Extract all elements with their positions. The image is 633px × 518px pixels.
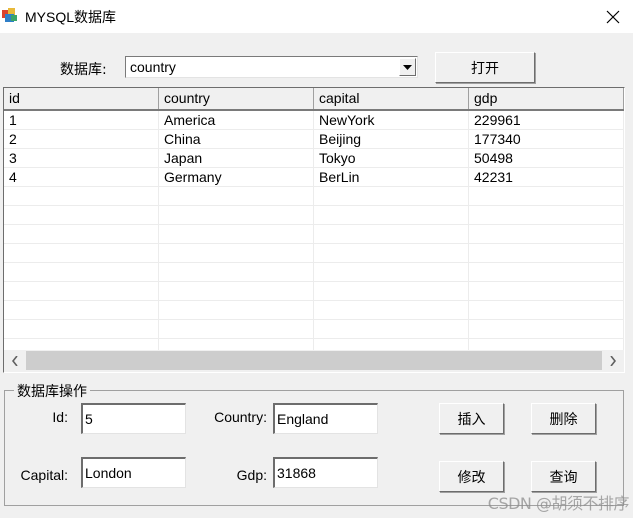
mysql-app-icon	[2, 8, 17, 22]
grid-header: id country capital gdp	[4, 88, 624, 111]
gdp-label: Gdp:	[236, 467, 267, 483]
table-cell-capital[interactable]: Beijing	[314, 130, 469, 149]
table-row[interactable]	[4, 320, 624, 339]
table-cell-id[interactable]	[4, 244, 159, 263]
table-cell-capital[interactable]: BerLin	[314, 168, 469, 187]
scroll-right-button[interactable]	[602, 350, 624, 372]
table-cell-country[interactable]	[159, 282, 314, 301]
close-button[interactable]	[593, 0, 633, 33]
data-grid[interactable]: id country capital gdp 1 America NewYork 22…	[3, 87, 625, 373]
combo-dropdown-button[interactable]	[399, 58, 416, 76]
table-cell-capital[interactable]: Tokyo	[314, 149, 469, 168]
table-cell-gdp[interactable]	[469, 225, 624, 244]
column-header-capital[interactable]: capital	[314, 88, 469, 109]
table-cell-capital[interactable]	[314, 320, 469, 339]
table-row[interactable]: 2 China Beijing 177340	[4, 130, 624, 149]
table-cell-capital[interactable]	[314, 301, 469, 320]
capital-label: Capital:	[20, 467, 68, 483]
table-cell-capital[interactable]	[314, 206, 469, 225]
table-cell-capital[interactable]	[314, 282, 469, 301]
update-button[interactable]: 修改	[439, 461, 504, 492]
chevron-down-icon	[403, 64, 412, 70]
table-cell-country[interactable]	[159, 187, 314, 206]
table-row[interactable]	[4, 263, 624, 282]
table-cell-capital[interactable]	[314, 225, 469, 244]
table-cell-id[interactable]	[4, 187, 159, 206]
table-cell-gdp[interactable]: 177340	[469, 130, 624, 149]
table-cell-capital[interactable]	[314, 263, 469, 282]
scrollbar-thumb[interactable]	[26, 351, 602, 370]
table-cell-gdp[interactable]: 42231	[469, 168, 624, 187]
table-cell-country[interactable]: America	[159, 111, 314, 130]
table-cell-id[interactable]	[4, 263, 159, 282]
scroll-left-button[interactable]	[4, 350, 26, 372]
table-cell-id[interactable]	[4, 320, 159, 339]
table-cell-capital[interactable]	[314, 187, 469, 206]
table-cell-country[interactable]	[159, 263, 314, 282]
table-cell-country[interactable]	[159, 225, 314, 244]
database-combo[interactable]: country	[125, 56, 418, 78]
horizontal-scrollbar[interactable]	[4, 350, 624, 372]
table-row[interactable]	[4, 187, 624, 206]
delete-button[interactable]: 删除	[531, 403, 596, 434]
table-cell-gdp[interactable]	[469, 187, 624, 206]
table-cell-gdp[interactable]	[469, 206, 624, 225]
table-cell-country[interactable]	[159, 206, 314, 225]
table-cell-country[interactable]	[159, 320, 314, 339]
table-cell-gdp[interactable]	[469, 301, 624, 320]
table-row[interactable]: 3 Japan Tokyo 50498	[4, 149, 624, 168]
table-cell-country[interactable]	[159, 301, 314, 320]
id-label: Id:	[52, 409, 68, 425]
table-cell-gdp[interactable]: 50498	[469, 149, 624, 168]
table-row[interactable]: 4 Germany BerLin 42231	[4, 168, 624, 187]
table-cell-id[interactable]: 4	[4, 168, 159, 187]
window-title: MYSQL数据库	[25, 9, 117, 25]
column-header-id[interactable]: id	[4, 88, 159, 109]
table-row[interactable]	[4, 244, 624, 263]
table-cell-gdp[interactable]: 229961	[469, 111, 624, 130]
watermark-text: CSDN @胡须不排序	[487, 494, 630, 513]
chevron-left-icon	[12, 356, 18, 366]
column-header-country[interactable]: country	[159, 88, 314, 109]
table-cell-id[interactable]	[4, 225, 159, 244]
table-cell-capital[interactable]: NewYork	[314, 111, 469, 130]
table-row[interactable]	[4, 301, 624, 320]
title-bar: MYSQL数据库	[0, 0, 633, 33]
insert-button[interactable]: 插入	[439, 403, 504, 434]
database-combo-value: country	[130, 59, 176, 75]
close-icon	[606, 10, 620, 23]
table-cell-gdp[interactable]	[469, 320, 624, 339]
chevron-right-icon	[610, 356, 616, 366]
table-cell-country[interactable]	[159, 244, 314, 263]
table-cell-id[interactable]: 1	[4, 111, 159, 130]
country-label: Country:	[214, 409, 267, 425]
open-button[interactable]: 打开	[435, 52, 535, 83]
table-cell-id[interactable]	[4, 206, 159, 225]
table-row[interactable]	[4, 225, 624, 244]
table-cell-country[interactable]: Japan	[159, 149, 314, 168]
table-cell-id[interactable]	[4, 282, 159, 301]
table-cell-gdp[interactable]	[469, 263, 624, 282]
capital-input[interactable]	[81, 457, 186, 488]
table-cell-gdp[interactable]	[469, 244, 624, 263]
grid-body: 1 America NewYork 229961 2 China Beijing 177340…	[4, 111, 624, 372]
column-header-gdp[interactable]: gdp	[469, 88, 624, 109]
table-cell-id[interactable]: 2	[4, 130, 159, 149]
table-cell-id[interactable]: 3	[4, 149, 159, 168]
table-cell-gdp[interactable]	[469, 282, 624, 301]
country-input[interactable]	[273, 403, 378, 434]
table-cell-capital[interactable]	[314, 244, 469, 263]
id-input[interactable]	[81, 403, 186, 434]
table-row[interactable]	[4, 206, 624, 225]
table-cell-country[interactable]: China	[159, 130, 314, 149]
table-cell-country[interactable]: Germany	[159, 168, 314, 187]
operations-group-title: 数据库操作	[14, 381, 90, 401]
table-row[interactable]	[4, 282, 624, 301]
query-button[interactable]: 查询	[531, 461, 596, 492]
table-cell-id[interactable]	[4, 301, 159, 320]
gdp-input[interactable]	[273, 457, 378, 488]
table-row[interactable]: 1 America NewYork 229961	[4, 111, 624, 130]
database-label: 数据库:	[60, 62, 107, 78]
